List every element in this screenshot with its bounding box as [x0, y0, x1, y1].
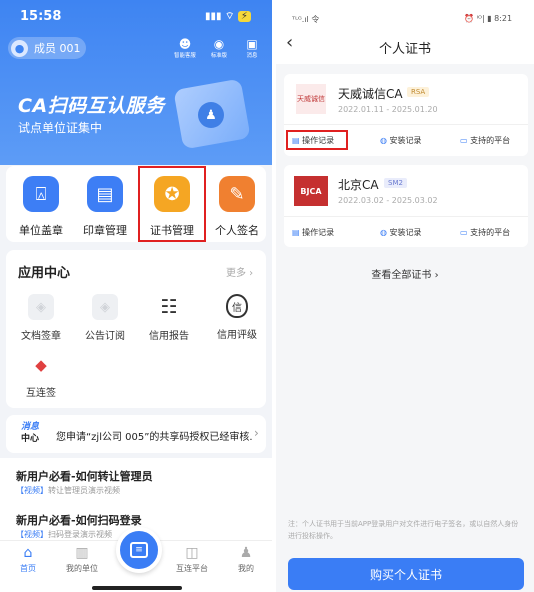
app-credit-report[interactable]: ☷ 信用报告	[138, 294, 200, 342]
interconnect-icon: ◆	[35, 356, 47, 374]
rating-icon: 信	[226, 294, 248, 318]
scan-button[interactable]: ≡	[116, 527, 162, 573]
operation-log-button[interactable]: ▤ 操作记录	[292, 135, 334, 146]
person-illustration-icon: ♟	[198, 102, 224, 128]
cert-validity: 2022.03.02 - 2025.03.02	[338, 196, 438, 205]
banner-title: CA扫码互认服务	[18, 95, 165, 117]
edition-button[interactable]: ◉ 标准版	[207, 38, 231, 59]
status-signal-icons: ▮▮▮ ⌔ ⚡	[205, 10, 251, 23]
member-switcher[interactable]: ● 成员 001	[8, 37, 86, 59]
ca-logo: BJCA	[294, 176, 328, 206]
tab-mine[interactable]: ♟ 我的	[226, 545, 266, 574]
divider	[284, 216, 528, 217]
app-center-more-link[interactable]: 更多 ›	[226, 264, 253, 279]
buy-certificate-button[interactable]: 购买个人证书	[288, 558, 524, 590]
cert-validity: 2022.01.11 - 2025.01.20	[338, 105, 438, 114]
divider	[284, 124, 528, 125]
message-button[interactable]: ▣ 消息	[240, 38, 264, 59]
customer-service-button[interactable]: ☻ 智能客服	[170, 38, 200, 59]
chevron-right-icon: ›	[434, 270, 439, 281]
tab-interconnect-platform[interactable]: ◫ 互连平台	[170, 545, 214, 574]
message-icon: ▣	[246, 37, 258, 51]
app-interconnect[interactable]: ◆ 互连签	[10, 354, 72, 399]
footnote: 注：个人证书用于当前APP登录用户对文件进行电子签名，或以自然人身份进行投标操作…	[288, 520, 519, 540]
person-icon: ♟	[239, 545, 253, 561]
install-log-button[interactable]: ◍ 安装记录	[380, 227, 422, 238]
quick-seal-manage[interactable]: ▤ 印章管理	[74, 176, 136, 238]
app-center-title: 应用中心	[18, 266, 71, 281]
quick-unit-stamp[interactable]: ⍓ 单位盖章	[10, 176, 72, 238]
app-doc-sign[interactable]: ◈ 文档签章	[10, 294, 72, 342]
subscribe-icon: ◈	[92, 294, 118, 320]
operation-log-button[interactable]: ▤ 操作记录	[292, 227, 334, 238]
tab-home[interactable]: ⌂ 首页	[8, 545, 48, 574]
tab-my-unit[interactable]: ▥ 我的单位	[60, 545, 104, 574]
home-indicator	[92, 586, 182, 590]
guide-desc: 【视频】扫码登录演示视频	[16, 530, 112, 539]
record-icon: ▤	[292, 136, 300, 145]
view-all-certificates-link[interactable]: 查看全部证书 ›	[276, 266, 534, 281]
badge-icon: ◉	[213, 37, 225, 51]
doc-sign-icon: ◈	[28, 294, 54, 320]
certificate-icon: ✪	[154, 176, 190, 212]
quick-certificate-manage[interactable]: ✪ 证书管理	[141, 176, 203, 238]
left-phone-screen: 15:58 ▮▮▮ ⌔ ⚡ ● 成员 001 ☻ 智能客服 ◉ 标准版 ▣ 消息…	[0, 0, 272, 592]
ca-logo: 天威诚信	[296, 84, 326, 114]
cert-algorithm-tag: RSA	[407, 87, 430, 97]
notice-text: 您申请“zjl公司 005”的共享码授权已经审核...	[56, 432, 252, 443]
app-credit-rating[interactable]: 信 信用评级	[206, 294, 268, 341]
chevron-right-icon: ›	[254, 426, 259, 440]
guide-title[interactable]: 新用户必看-如何转让管理员	[16, 468, 153, 484]
cert-name: 北京CA	[338, 178, 379, 192]
cert-name: 天威诚信CA	[338, 87, 403, 101]
banner-subtitle: 试点单位证集中	[18, 121, 103, 135]
report-icon: ☷	[160, 296, 178, 318]
status-right: ⏰ ᴵᴼ| ▮ 8:21	[464, 14, 513, 23]
app-subscribe[interactable]: ◈ 公告订阅	[74, 294, 136, 342]
scan-icon: ≡	[130, 542, 148, 558]
seal-manage-icon: ▤	[87, 176, 123, 212]
customer-service-icon: ☻	[178, 37, 192, 51]
quick-personal-sign[interactable]: ✎ 个人签名	[206, 176, 268, 238]
cert-algorithm-tag: SM2	[384, 178, 407, 188]
page-title: 个人证书	[378, 42, 431, 57]
building-icon: ▥	[75, 545, 89, 561]
right-phone-screen: ᵀᴸᴳ.ıl 令 ⏰ ᴵᴼ| ▮ 8:21 ‹ 个人证书 天威诚信 天威诚信CA…	[276, 0, 534, 592]
monitor-icon: ▭	[460, 228, 468, 237]
supported-platforms-button[interactable]: ▭ 支持的平台	[460, 135, 510, 146]
record-icon: ▤	[292, 228, 300, 237]
home-icon: ⌂	[23, 545, 33, 561]
install-log-button[interactable]: ◍ 安装记录	[380, 135, 422, 146]
supported-platforms-button[interactable]: ▭ 支持的平台	[460, 227, 510, 238]
guide-title[interactable]: 新用户必看-如何扫码登录	[16, 512, 142, 528]
status-signal: ᵀᴸᴳ.ıl 令	[292, 15, 320, 24]
install-icon: ◍	[380, 136, 387, 145]
monitor-icon: ▭	[460, 136, 468, 145]
status-time: 15:58	[20, 9, 62, 24]
sign-pen-icon: ✎	[219, 176, 255, 212]
stamp-icon: ⍓	[23, 176, 59, 212]
platform-icon: ◫	[185, 545, 199, 561]
guide-desc: 【视频】转让管理员演示视频	[16, 486, 120, 495]
user-avatar-icon: ●	[11, 39, 28, 57]
install-icon: ◍	[380, 228, 387, 237]
member-name: 成员 001	[34, 42, 81, 55]
message-center-badge: 消息 中心	[20, 422, 39, 444]
